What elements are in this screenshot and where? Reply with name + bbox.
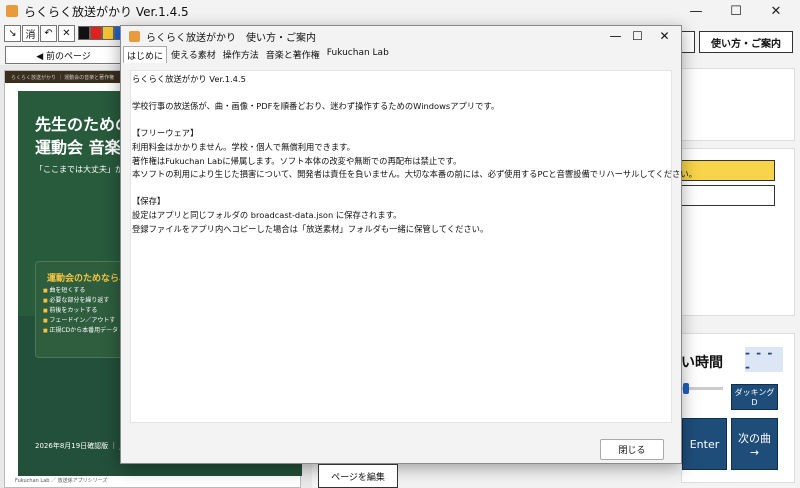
pdf-bullet: 曲を短くする <box>43 286 118 296</box>
maximize-button[interactable]: ☐ <box>716 0 756 22</box>
content-line: 登録ファイルをアプリ内へコピーした場合は「放送素材」フォルダも一緒に保管してくだ… <box>132 223 489 234</box>
content-line: らくらく放送がかり Ver.1.4.5 <box>132 74 246 84</box>
minimize-button[interactable]: — <box>676 0 716 22</box>
next-item-slot[interactable] <box>681 185 775 206</box>
content-line <box>132 114 670 128</box>
pdf-bullet: フェードイン／アウトす <box>43 316 118 326</box>
ducking-button[interactable]: ダッキング D <box>731 384 778 410</box>
content-line: 設定はアプリと同じフォルダの broadcast-data.json に保存され… <box>132 209 402 220</box>
color-swatch-black[interactable] <box>78 26 90 40</box>
enter-button[interactable]: Enter <box>682 418 727 470</box>
help-dialog: らくらく放送がかり 使い方・ご案内 — ☐ ✕ はじめに 使える素材 操作方法 … <box>120 25 697 464</box>
tab-copyright[interactable]: 音楽と著作権 <box>263 46 323 63</box>
content-line <box>132 182 670 196</box>
content-line: 著作権はFukuchan Labに帰属します。ソフト本体の改変や無断での再配布は… <box>132 155 462 166</box>
close-button[interactable]: ✕ <box>756 0 796 22</box>
dialog-close-label-button[interactable]: 閉じる <box>600 439 664 460</box>
content-line: 本ソフトの利用により生じた損害について、開発者は責任を負いません。大切な本番の前… <box>132 169 697 180</box>
volume-slider-thumb[interactable] <box>683 383 689 394</box>
content-line: 【フリーウェア】 <box>132 128 199 139</box>
eraser-button[interactable]: 消 <box>22 25 39 42</box>
tab-materials[interactable]: 使える素材 <box>168 46 219 63</box>
dialog-content: らくらく放送がかり Ver.1.4.5 学校行事の放送係が、曲・画像・PDFを順… <box>130 70 697 423</box>
main-window-title: らくらく放送がかり Ver.1.4.5 <box>24 4 189 19</box>
dialog-title: らくらく放送がかり 使い方・ご案内 <box>146 32 316 44</box>
content-line: 利用料金はかかりません。学校・個人で無償利用できます。 <box>132 141 355 152</box>
pdf-bullet-list: 曲を短くする 必要な部分を繰り返す 前後をカットする フェードイン／アウトす 正… <box>43 286 118 336</box>
edit-page-button[interactable]: ページを編集 <box>318 464 398 488</box>
content-line: 【保存】 <box>132 196 166 207</box>
dialog-app-icon <box>129 30 140 42</box>
hidden-button-edge[interactable] <box>681 31 695 53</box>
pdf-bullet: 必要な部分を繰り返す <box>43 296 118 306</box>
content-line: 学校行事の放送係が、曲・画像・PDFを順番どおり、迷わず操作するためのWindo… <box>132 101 500 112</box>
pdf-bullet: 正規CDから本番用データ <box>43 326 118 336</box>
tab-fukuchan-lab[interactable]: Fukuchan Lab <box>324 46 392 63</box>
tab-intro[interactable]: はじめに <box>123 46 168 63</box>
right-info-panel <box>681 68 795 141</box>
dialog-tabs: はじめに 使える素材 操作方法 音楽と著作権 Fukuchan Lab <box>123 46 393 63</box>
dialog-title-bar: らくらく放送がかり 使い方・ご案内 <box>121 26 681 46</box>
clear-button[interactable]: ✕ <box>58 25 75 42</box>
pdf-bullet: 前後をカットする <box>43 306 118 316</box>
app-icon <box>6 5 18 17</box>
time-indicator: - - - - <box>745 346 783 374</box>
undo-button[interactable]: ↶ <box>40 25 57 42</box>
pdf-title-line1: 先生のための <box>35 115 132 134</box>
pdf-card-title: 運動会のためなら、 <box>47 274 129 284</box>
tab-operation[interactable]: 操作方法 <box>220 46 262 63</box>
dialog-close-button[interactable]: ✕ <box>647 26 682 46</box>
color-swatch-yellow[interactable] <box>102 26 114 40</box>
prev-page-button[interactable]: ◀ 前のページ <box>5 46 122 64</box>
content-line <box>132 87 670 101</box>
help-button[interactable]: 使い方・ご案内 <box>699 31 793 53</box>
next-song-button[interactable]: 次の曲 → <box>731 418 778 470</box>
pen-tool-button[interactable]: ↘ <box>4 25 21 42</box>
pdf-footer: Fukuchan Lab ／ 放送係アプリシリーズ <box>15 478 108 484</box>
time-label: い時間 <box>681 355 723 371</box>
color-swatch-red[interactable] <box>90 26 102 40</box>
